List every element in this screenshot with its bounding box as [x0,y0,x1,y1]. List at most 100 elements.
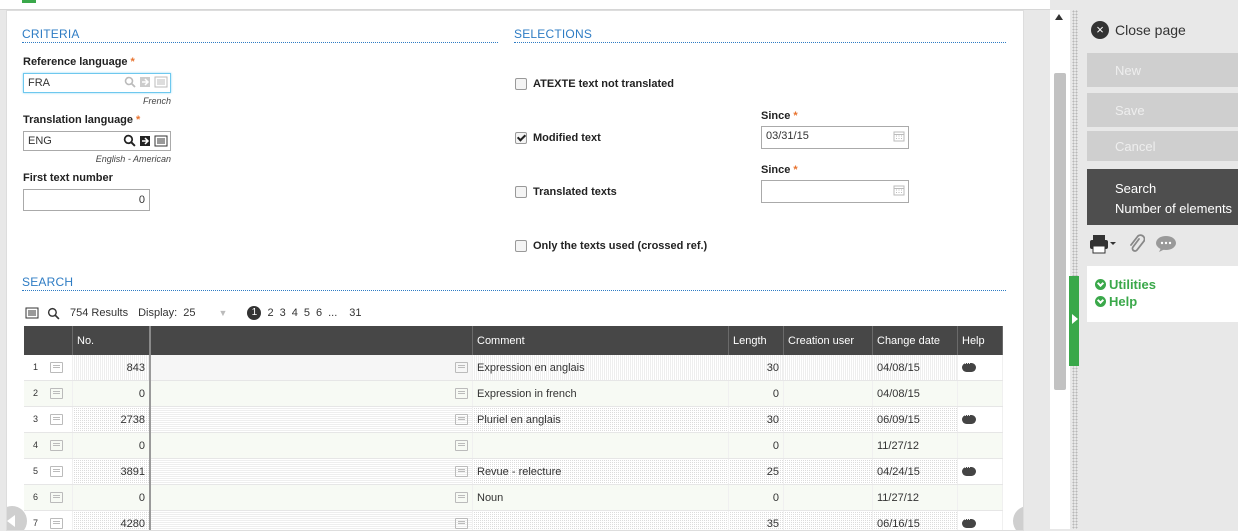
page-5[interactable]: 5 [304,307,310,319]
cell-creation-user[interactable] [784,459,873,485]
panel-splitter[interactable] [1072,10,1078,529]
cell-creation-user[interactable] [784,381,873,407]
row-detail-icon[interactable] [50,466,63,477]
cell-creation-user[interactable] [784,485,873,511]
jump-icon[interactable] [139,135,151,147]
column-header-creation-user[interactable]: Creation user [784,326,873,355]
cell-change-date[interactable]: 04/24/15 [873,459,958,485]
cell-no[interactable]: 3891 [73,459,151,485]
cell-change-date[interactable]: 11/27/12 [873,485,958,511]
cell-blank[interactable] [150,407,473,433]
cell-length[interactable]: 25 [729,459,784,485]
page-1[interactable]: 1 [247,306,261,320]
scroll-thumb[interactable] [1054,73,1066,390]
cell-no[interactable]: 0 [73,433,151,459]
vertical-scrollbar[interactable] [1050,10,1070,529]
first-text-number-field[interactable]: 0 [23,189,150,211]
table-row[interactable]: 40011/27/12 [24,433,1003,459]
scroll-up-icon[interactable] [1055,14,1063,20]
translated-since-date-field[interactable] [761,180,909,203]
search-icon[interactable] [124,76,136,88]
cell-comment[interactable]: Expression en anglais [473,355,729,381]
modified-text-checkbox[interactable]: Modified text [515,132,601,144]
cell-help[interactable] [958,407,1003,433]
cell-help[interactable] [958,381,1003,407]
cell-blank[interactable] [150,459,473,485]
comment-icon[interactable] [962,467,976,476]
print-icon[interactable] [1089,234,1117,254]
cell-no[interactable]: 843 [73,355,151,381]
comment-icon[interactable] [962,415,976,424]
utilities-link[interactable]: Utilities [1095,277,1238,292]
row-detail-icon[interactable] [455,414,468,425]
only-used-texts-checkbox[interactable]: Only the texts used (crossed ref.) [515,240,707,252]
cell-comment[interactable] [473,511,729,531]
cell-help[interactable] [958,511,1003,531]
row-detail-icon[interactable] [50,492,63,503]
jump-icon[interactable] [139,76,151,88]
cell-creation-user[interactable] [784,433,873,459]
next-arrow-button[interactable] [1013,506,1024,531]
cell-blank[interactable] [150,381,473,407]
row-detail-icon[interactable] [50,440,63,451]
cell-change-date[interactable]: 04/08/15 [873,381,958,407]
cell-blank[interactable] [150,485,473,511]
cell-change-date[interactable]: 06/16/15 [873,511,958,531]
column-header-comment[interactable]: Comment [473,326,729,355]
row-detail-icon[interactable] [455,440,468,451]
translated-texts-checkbox[interactable]: Translated texts [515,186,617,198]
row-detail-icon[interactable] [50,388,63,399]
cell-length[interactable]: 30 [729,407,784,433]
table-row[interactable]: 53891Revue - relecture2504/24/15 [24,459,1003,485]
cell-creation-user[interactable] [784,407,873,433]
modified-since-date-field[interactable]: 03/31/15 [761,126,909,149]
row-detail-icon[interactable] [455,466,468,477]
cancel-button[interactable]: Cancel [1087,131,1238,161]
selection-icon[interactable] [154,135,168,147]
close-page-button[interactable]: × Close page [1091,21,1186,39]
help-link[interactable]: Help [1095,294,1238,309]
column-header-change-date[interactable]: Change date [873,326,958,355]
cell-comment[interactable] [473,433,729,459]
calendar-icon[interactable] [893,130,905,142]
new-button[interactable]: New [1087,53,1238,87]
cell-creation-user[interactable] [784,355,873,381]
table-row[interactable]: 60Noun011/27/12 [24,485,1003,511]
cell-change-date[interactable]: 11/27/12 [873,433,958,459]
cell-help[interactable] [958,485,1003,511]
table-row[interactable]: 1843Expression en anglais3004/08/15 [24,355,1003,381]
reference-language-field[interactable]: FRA [23,73,171,93]
search-icon[interactable] [47,307,60,320]
row-detail-icon[interactable] [50,414,63,425]
list-view-icon[interactable] [25,307,39,319]
row-detail-icon[interactable] [455,362,468,373]
cell-no[interactable]: 4280 [73,511,151,531]
cell-length[interactable]: 30 [729,355,784,381]
cell-help[interactable] [958,355,1003,381]
cell-creation-user[interactable] [784,511,873,531]
translation-language-field[interactable]: ENG [23,131,171,151]
page-6[interactable]: 6 [316,307,322,319]
cell-no[interactable]: 2738 [73,407,151,433]
column-header-length[interactable]: Length [729,326,784,355]
search-icon[interactable] [123,134,136,147]
table-row[interactable]: 32738Pluriel en anglais3006/09/15 [24,407,1003,433]
row-detail-icon[interactable] [455,492,468,503]
cell-change-date[interactable]: 06/09/15 [873,407,958,433]
attachment-icon[interactable] [1127,234,1145,254]
cell-comment[interactable]: Noun [473,485,729,511]
selection-icon[interactable] [154,76,168,88]
cell-length[interactable]: 35 [729,511,784,531]
cell-blank[interactable] [150,355,473,381]
column-header-no[interactable]: No. [73,326,151,355]
display-select[interactable]: 25 ▼ [183,307,233,319]
table-row[interactable]: 20Expression in french004/08/15 [24,381,1003,407]
column-header-help[interactable]: Help [958,326,1003,355]
cell-no[interactable]: 0 [73,485,151,511]
comment-icon[interactable] [962,363,976,372]
row-detail-icon[interactable] [455,518,468,529]
cell-blank[interactable] [150,433,473,459]
atexte-not-translated-checkbox[interactable]: ATEXTE text not translated [515,78,674,90]
expand-panel-tab[interactable] [1069,276,1079,366]
page-4[interactable]: 4 [292,307,298,319]
